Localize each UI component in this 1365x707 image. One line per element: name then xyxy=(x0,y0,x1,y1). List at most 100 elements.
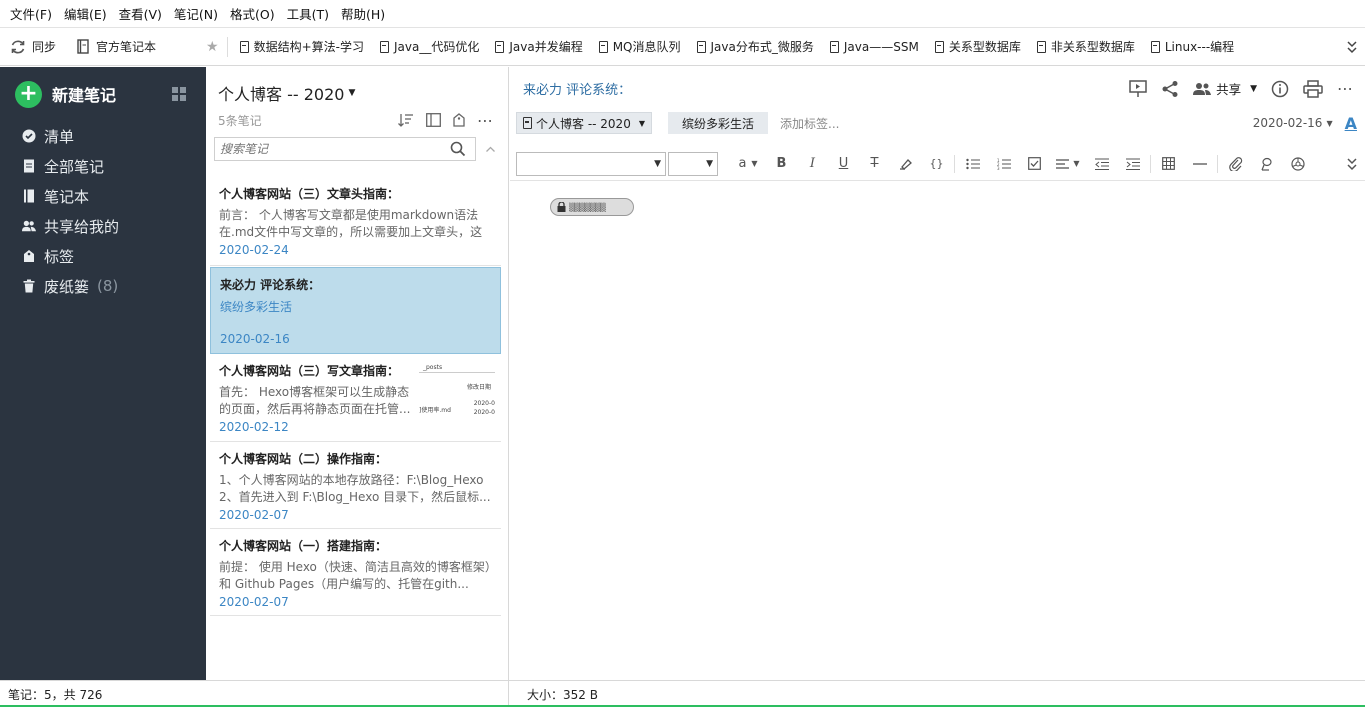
sidebar-item-notebooks[interactable]: 笔记本 xyxy=(0,181,206,211)
notebook-info-icon[interactable] xyxy=(453,113,465,127)
font-style-icon[interactable]: A xyxy=(1345,114,1357,133)
notebook-icon xyxy=(379,40,389,53)
toolbar-divider xyxy=(226,36,228,57)
menu-note[interactable]: 笔记(N) xyxy=(168,4,224,23)
search-input[interactable] xyxy=(220,142,450,156)
more-options-icon[interactable]: ⋯ xyxy=(477,111,494,130)
notebook-icon xyxy=(934,40,944,53)
search-icon[interactable] xyxy=(450,141,466,157)
more-formatting-icon[interactable] xyxy=(1347,157,1357,171)
shortcut-label: Linux---编程 xyxy=(1164,40,1235,54)
shortcut-item[interactable]: 非关系型数据库 xyxy=(1029,38,1143,55)
code-block-icon[interactable]: {} xyxy=(921,157,952,170)
collapse-up-icon[interactable] xyxy=(486,146,495,152)
menu-view[interactable]: 查看(V) xyxy=(113,4,168,23)
shortcut-item[interactable]: Java——SSM xyxy=(822,40,927,54)
menu-file[interactable]: 文件(F) xyxy=(4,4,58,23)
font-family-select[interactable]: ▼ xyxy=(516,151,666,176)
highlighter-icon[interactable] xyxy=(890,158,921,170)
sidebar-item-tags[interactable]: 标签 xyxy=(0,241,206,271)
share-button[interactable]: 共享 ▼ xyxy=(1193,79,1257,98)
print-icon[interactable] xyxy=(1303,79,1323,98)
indent-icon[interactable] xyxy=(1117,158,1148,170)
sidebar-item-trash[interactable]: 废纸篓 (8) xyxy=(0,271,206,301)
status-size: 大小：352 B xyxy=(527,687,598,702)
present-icon[interactable] xyxy=(1129,79,1147,98)
note-card[interactable]: 个人博客网站（一）搭建指南： 前提： 使用 Hexo（快速、简洁且高效的博客框架… xyxy=(210,529,501,616)
note-card[interactable]: 个人博客网站（二）操作指南： 1、个人博客网站的本地存放路径：F:\Blog_H… xyxy=(210,442,501,529)
share-link-icon[interactable] xyxy=(1161,80,1179,98)
note-card-selected[interactable]: 来必力 评论系统： 缤纷多彩生活 2020-02-16 xyxy=(210,267,501,354)
encrypted-text: ▒▒▒▒▒▒▒ xyxy=(569,202,606,212)
menu-format[interactable]: 格式(O) xyxy=(224,4,281,23)
editor-pane: 来必力 评论系统： 共享 ▼ ⋯ 个人博客 -- 2020 ▼ 缤纷多彩生活 添… xyxy=(510,67,1365,680)
trash-icon xyxy=(22,279,36,293)
note-date-dropdown[interactable]: 2020-02-16 ▼ xyxy=(1253,116,1333,130)
chevron-down-icon: ▼ xyxy=(751,159,758,168)
shortcut-item[interactable]: 数据结构+算法-学习 xyxy=(232,38,372,55)
table-icon[interactable] xyxy=(1153,157,1184,170)
notebook-title-dropdown[interactable]: 个人博客 -- 2020 ▼ xyxy=(218,81,508,105)
underline-icon[interactable]: U xyxy=(828,156,859,171)
shortcut-item[interactable]: Java分布式_微服务 xyxy=(689,38,822,55)
official-notebook-button[interactable]: 官方笔记本 xyxy=(66,38,166,55)
view-toggle-icon[interactable] xyxy=(426,113,441,127)
outdent-icon[interactable] xyxy=(1086,158,1117,170)
sort-icon[interactable] xyxy=(398,113,414,127)
font-size-select[interactable]: ▼ xyxy=(668,151,718,176)
sidebar-item-shared[interactable]: 共享给我的 xyxy=(0,211,206,241)
sidebar-item-label: 清单 xyxy=(44,127,75,146)
menu-help[interactable]: 帮助(H) xyxy=(335,4,391,23)
menu-tools[interactable]: 工具(T) xyxy=(281,4,335,23)
bold-icon[interactable]: B xyxy=(766,156,797,171)
record-audio-icon[interactable] xyxy=(1251,157,1282,171)
thumb-file: ]使用率.md xyxy=(419,407,451,414)
shortcut-item[interactable]: MQ消息队列 xyxy=(591,38,689,55)
info-icon[interactable] xyxy=(1271,80,1289,98)
numbered-list-icon[interactable]: 123 xyxy=(988,158,1019,170)
star-icon[interactable]: ★ xyxy=(206,39,219,55)
more-shortcuts-icon[interactable] xyxy=(1347,40,1357,54)
toolbar-divider xyxy=(954,154,955,173)
more-options-icon[interactable]: ⋯ xyxy=(1337,79,1353,98)
notebook-selector[interactable]: 个人博客 -- 2020 ▼ xyxy=(516,112,652,134)
sync-label: 同步 xyxy=(32,40,57,54)
note-title-field[interactable]: 来必力 评论系统： xyxy=(523,79,631,98)
thumb-col: 修改日期 xyxy=(466,384,491,391)
note-card[interactable]: 个人博客网站（三）写文章指南： 首先： Hexo博客框架可以生成静态的页面，然后… xyxy=(210,354,501,442)
font-color-button[interactable]: a ▼ xyxy=(730,156,766,171)
note-thumbnail: _posts 修改日期 ]使用率.md 2020-0 2020-0 xyxy=(419,362,495,424)
bullet-list-icon[interactable] xyxy=(957,158,988,170)
encrypted-content-chip[interactable]: ▒▒▒▒▒▒▒ xyxy=(550,198,634,216)
shortcut-item[interactable]: Java__代码优化 xyxy=(372,38,487,55)
sidebar: + 新建笔记 清单 全部笔记 笔记本 共享给我的 标签 废纸篓 (8) xyxy=(0,67,206,680)
tag-chip[interactable]: 缤纷多彩生活 xyxy=(668,112,769,134)
shortcut-item[interactable]: Linux---编程 xyxy=(1143,38,1242,55)
shortcut-item[interactable]: Java并发编程 xyxy=(487,38,590,55)
sidebar-item-label: 全部笔记 xyxy=(44,157,105,176)
attachment-icon[interactable] xyxy=(1220,156,1251,171)
horizontal-rule-icon[interactable] xyxy=(1184,162,1215,165)
note-title: 个人博客网站（一）搭建指南： xyxy=(219,539,388,553)
chevron-down-icon: ▼ xyxy=(1073,159,1080,168)
shortcut-label: MQ消息队列 xyxy=(612,40,681,54)
grid-view-icon[interactable] xyxy=(172,87,186,101)
sidebar-item-label: 共享给我的 xyxy=(44,217,120,236)
shortcut-label: 数据结构+算法-学习 xyxy=(253,40,364,54)
sync-icon xyxy=(10,39,26,55)
strikethrough-icon[interactable]: T xyxy=(859,156,890,171)
new-note-button[interactable]: + 新建笔记 xyxy=(0,67,206,121)
note-snippet: 首先： Hexo博客框架可以生成静态的页面，然后再将静态页面在托管... xyxy=(219,385,411,416)
add-tag-input[interactable]: 添加标签... xyxy=(780,115,839,132)
sidebar-item-all-notes[interactable]: 全部笔记 xyxy=(0,151,206,181)
thumb-folder: _posts xyxy=(419,362,495,373)
menu-edit[interactable]: 编辑(E) xyxy=(58,4,113,23)
checkbox-icon[interactable] xyxy=(1019,157,1050,170)
sidebar-item-checklist[interactable]: 清单 xyxy=(0,121,206,151)
note-card[interactable]: 个人博客网站（三）文章头指南： 前言： 个人博客写文章都是使用markdown语… xyxy=(210,177,501,266)
italic-icon[interactable]: I xyxy=(797,156,828,171)
sync-button[interactable]: 同步 xyxy=(0,38,66,55)
encrypt-icon[interactable] xyxy=(1282,156,1313,171)
shortcut-item[interactable]: 关系型数据库 xyxy=(927,38,1029,55)
align-icon[interactable]: ▼ xyxy=(1050,158,1086,170)
